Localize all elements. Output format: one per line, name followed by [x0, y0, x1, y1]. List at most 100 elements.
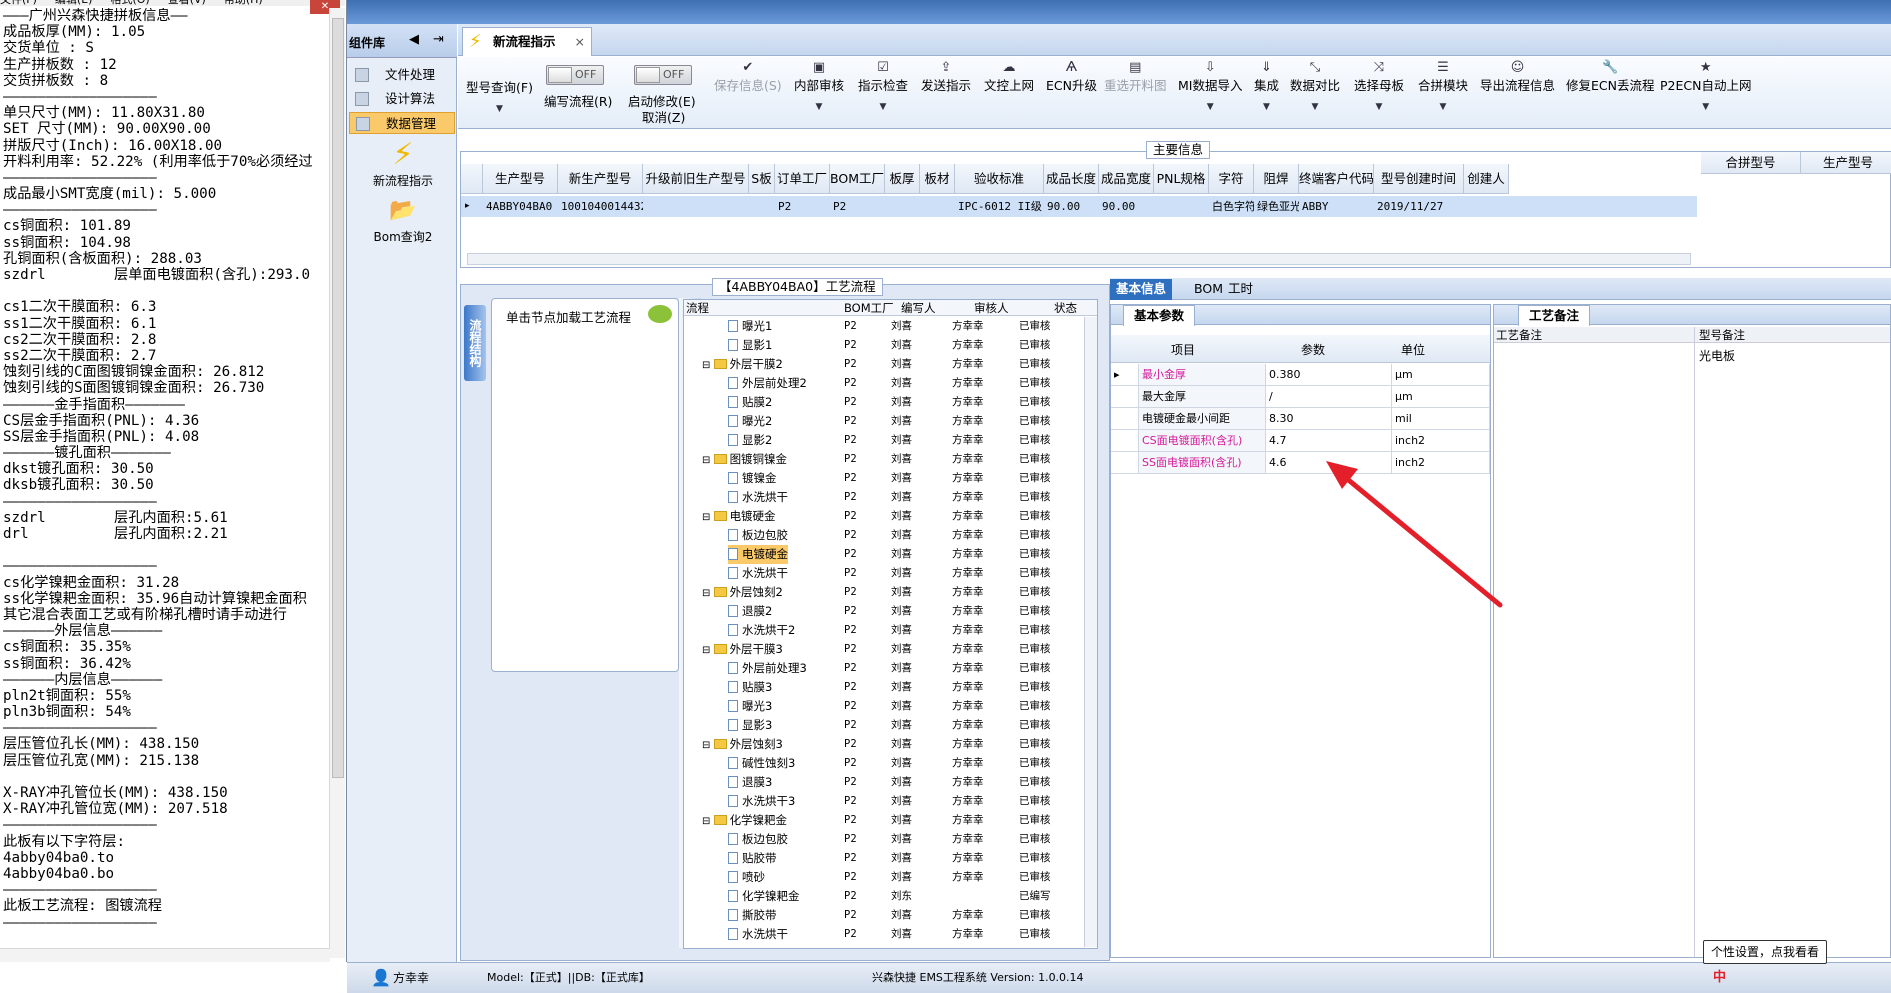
- tree-node[interactable]: 镀镍金: [728, 469, 777, 488]
- tree-node[interactable]: 外层前处理2: [728, 374, 807, 393]
- model-query-button[interactable]: 型号查询(F) ▼: [466, 77, 533, 114]
- notepad-menu-item[interactable]: 编辑(E): [55, 0, 93, 6]
- data-compare-button[interactable]: ⤡ 数据对比 ▼: [1290, 61, 1340, 113]
- tree-row[interactable]: 贴膜2 P2 刘喜 方幸幸 已审核: [684, 393, 1084, 412]
- tree-row[interactable]: 贴膜3 P2 刘喜 方幸幸 已审核: [684, 678, 1084, 697]
- sidebar-item-design-algorithm[interactable]: 设计算法: [349, 88, 455, 110]
- column-header[interactable]: 成品宽度: [1099, 164, 1154, 194]
- table-cell[interactable]: 白色字符: [1212, 196, 1254, 217]
- dropdown-arrow-icon[interactable]: ▼: [1254, 102, 1279, 112]
- tree-row[interactable]: 化学镍耙金 P2 刘东 已编写: [684, 887, 1084, 906]
- tree-node[interactable]: ⊟ 电镀硬金: [702, 507, 776, 527]
- table-cell[interactable]: 4ABBY04BA0: [486, 196, 558, 217]
- table-cell[interactable]: 2019/11/27: [1377, 196, 1464, 217]
- collapse-icon[interactable]: ⊟: [702, 645, 714, 656]
- mi-data-import-button[interactable]: ⇩ MI数据导入 ▼: [1178, 61, 1242, 113]
- tree-row[interactable]: 水洗烘干 P2 刘喜 方幸幸 已审核: [684, 488, 1084, 507]
- param-item[interactable]: CS面电镀面积(含孔): [1139, 430, 1266, 452]
- table-cell[interactable]: ABBY: [1302, 196, 1374, 217]
- close-tab-icon[interactable]: ×: [575, 28, 585, 56]
- reselect-cutting-map-button[interactable]: ▤ 重选开料图: [1104, 61, 1167, 94]
- tree-row[interactable]: 水洗烘干3 P2 刘喜 方幸幸 已审核: [684, 792, 1084, 811]
- notepad-horizontal-scrollbar[interactable]: [0, 948, 330, 962]
- table-cell[interactable]: 绿色亚光: [1257, 196, 1299, 217]
- table-cell[interactable]: [646, 196, 749, 217]
- tree-row[interactable]: ⊟ 外层蚀刻2 P2 刘喜 方幸幸 已审核: [684, 583, 1084, 602]
- param-unit[interactable]: inch2: [1392, 430, 1490, 452]
- tree-node[interactable]: ⊟ 图镀铜镍金: [702, 450, 787, 470]
- tree-row[interactable]: 曝光1 P2 刘喜 方幸幸 已审核: [684, 317, 1084, 336]
- tree-row[interactable]: 碱性蚀刻3 P2 刘喜 方幸幸 已审核: [684, 754, 1084, 773]
- tree-node[interactable]: 板边包胶: [728, 830, 788, 849]
- param-value[interactable]: /: [1266, 386, 1392, 408]
- integrate-button[interactable]: ⇓ 集成 ▼: [1254, 61, 1279, 113]
- table-row[interactable]: CS面电镀面积(含孔) 4.7 inch2: [1111, 430, 1490, 452]
- tree-node[interactable]: ⊟ 外层干膜2: [702, 355, 783, 375]
- tree-node[interactable]: 水洗烘干: [728, 488, 788, 507]
- tree-node[interactable]: ⊟ 外层干膜3: [702, 640, 783, 660]
- tree-row[interactable]: 退膜2 P2 刘喜 方幸幸 已审核: [684, 602, 1084, 621]
- tree-row[interactable]: 喷砂 P2 刘喜 方幸幸 已审核: [684, 868, 1084, 887]
- tree-node[interactable]: ⊟ 化学镍耙金: [702, 811, 787, 831]
- start-modify-toggle[interactable]: OFF: [634, 65, 692, 85]
- column-header[interactable]: 生产型号: [1801, 152, 1891, 174]
- dropdown-arrow-icon[interactable]: ▼: [794, 102, 844, 112]
- param-unit[interactable]: μm: [1392, 386, 1490, 408]
- tree-node[interactable]: 板边包胶: [728, 526, 788, 545]
- tree-node[interactable]: 水洗烘干2: [728, 621, 795, 640]
- param-value[interactable]: 0.380: [1266, 364, 1392, 386]
- tree-node[interactable]: 水洗烘干3: [728, 792, 795, 811]
- column-header[interactable]: 升级前旧生产型号: [643, 164, 749, 194]
- tree-row[interactable]: 显影2 P2 刘喜 方幸幸 已审核: [684, 431, 1084, 450]
- tree-node[interactable]: 贴膜2: [728, 393, 772, 412]
- table-row[interactable]: 最大金厚 / μm: [1111, 386, 1490, 408]
- tree-row[interactable]: 外层前处理3 P2 刘喜 方幸幸 已审核: [684, 659, 1084, 678]
- table-cell[interactable]: [752, 196, 775, 217]
- table-cell[interactable]: P2: [778, 196, 830, 217]
- new-process-instruction-button[interactable]: ⚡ 新流程指示: [351, 138, 455, 189]
- tree-row[interactable]: ⊟ 化学镍耙金 P2 刘喜 方幸幸 已审核: [684, 811, 1084, 830]
- tree-node[interactable]: 退膜3: [728, 773, 772, 792]
- tree-row[interactable]: 显影1 P2 刘喜 方幸幸 已审核: [684, 336, 1084, 355]
- column-header[interactable]: 成品长度: [1044, 164, 1099, 194]
- table-row[interactable]: 电镀硬金最小间距 8.30 mil: [1111, 408, 1490, 430]
- tree-row[interactable]: 板边包胶 P2 刘喜 方幸幸 已审核: [684, 830, 1084, 849]
- param-item[interactable]: 电镀硬金最小间距: [1139, 408, 1266, 430]
- tree-row[interactable]: 贴胶带 P2 刘喜 方幸幸 已审核: [684, 849, 1084, 868]
- column-header[interactable]: PNL规格: [1154, 164, 1209, 194]
- tree-row[interactable]: ⊟ 图镀铜镍金 P2 刘喜 方幸幸 已审核: [684, 450, 1084, 469]
- ime-indicator[interactable]: 中: [1713, 963, 1726, 993]
- tree-node[interactable]: 显影1: [728, 336, 772, 355]
- tree-row[interactable]: ⊟ 外层干膜3 P2 刘喜 方幸幸 已审核: [684, 640, 1084, 659]
- tree-node[interactable]: 显影3: [728, 716, 772, 735]
- notepad-menu-bar[interactable]: 文件(F) 编辑(E) 格式(O) 查看(V) 帮助(H): [0, 0, 345, 6]
- bom-query-button[interactable]: 📂 Bom查询2: [351, 194, 455, 245]
- collapse-icon[interactable]: ⊟: [702, 360, 714, 371]
- dropdown-arrow-icon[interactable]: ▼: [1660, 102, 1751, 112]
- process-tree-scrollbar[interactable]: [1084, 317, 1097, 947]
- param-value[interactable]: 8.30: [1266, 408, 1392, 430]
- tree-row[interactable]: ⊟ 电镀硬金 P2 刘喜 方幸幸 已审核: [684, 507, 1084, 526]
- notepad-menu-item[interactable]: 帮助(H): [224, 0, 263, 6]
- table-cell[interactable]: IPC-6012 II级: [958, 196, 1044, 217]
- collapse-icon[interactable]: ⊟: [702, 816, 714, 827]
- table-cell[interactable]: 90.00: [1047, 196, 1099, 217]
- tree-row[interactable]: ⊟ 外层干膜2 P2 刘喜 方幸幸 已审核: [684, 355, 1084, 374]
- tree-row[interactable]: 曝光3 P2 刘喜 方幸幸 已审核: [684, 697, 1084, 716]
- process-tree[interactable]: 流程 BOM工厂 编写人 审核人 状态 曝光1 P2 刘喜 方幸幸 已审核 显影1 P2 刘喜…: [683, 299, 1098, 949]
- tree-row[interactable]: 板边包胶 P2 刘喜 方幸幸 已审核: [684, 526, 1084, 545]
- tree-row[interactable]: 电镀硬金 P2 刘喜 方幸幸 已审核: [684, 545, 1084, 564]
- tree-node[interactable]: 水洗烘干: [728, 925, 788, 944]
- dropdown-arrow-icon[interactable]: ▼: [1290, 102, 1340, 112]
- column-header[interactable]: 字符: [1209, 164, 1254, 194]
- scrollbar-thumb[interactable]: [332, 18, 344, 778]
- tab-new-process-instruction[interactable]: ⚡ 新流程指示 ×: [462, 27, 592, 56]
- column-header[interactable]: S板: [749, 164, 775, 194]
- tree-row[interactable]: 曝光2 P2 刘喜 方幸幸 已审核: [684, 412, 1084, 431]
- process-hint-box[interactable]: 单击节点加载工艺流程: [491, 298, 679, 672]
- table-cell[interactable]: [888, 196, 920, 217]
- tree-node[interactable]: 电镀硬金: [728, 545, 788, 564]
- save-info-button[interactable]: ✔ 保存信息(S): [714, 61, 782, 94]
- column-header[interactable]: 生产型号: [483, 164, 558, 194]
- p2ecn-auto-online-button[interactable]: ★ P2ECN自动上网 ▼: [1660, 61, 1751, 113]
